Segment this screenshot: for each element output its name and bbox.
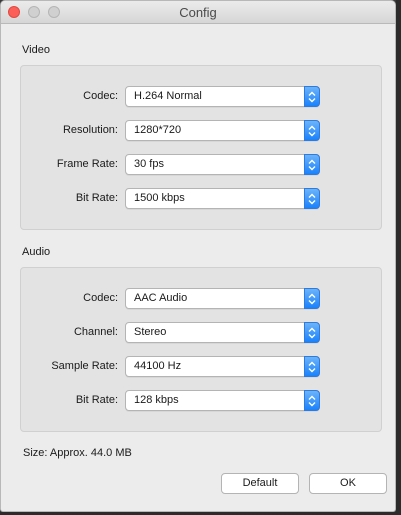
title-bar[interactable]: Config bbox=[1, 1, 395, 24]
audio-codec-label: Codec: bbox=[83, 292, 118, 304]
video-frame-rate-value: 30 fps bbox=[134, 158, 164, 170]
audio-channel-select[interactable]: Stereo bbox=[125, 322, 320, 343]
up-down-chevron-icon[interactable] bbox=[304, 120, 320, 141]
video-resolution-select[interactable]: 1280*720 bbox=[125, 120, 320, 141]
desktop-edge-right bbox=[396, 0, 401, 515]
audio-sample-rate-select[interactable]: 44100 Hz bbox=[125, 356, 320, 377]
up-down-chevron-icon[interactable] bbox=[304, 390, 320, 411]
video-section-label: Video bbox=[22, 44, 50, 56]
audio-bit-rate-select[interactable]: 128 kbps bbox=[125, 390, 320, 411]
audio-codec-value: AAC Audio bbox=[134, 292, 188, 304]
video-frame-rate-select[interactable]: 30 fps bbox=[125, 154, 320, 175]
audio-sample-rate-row: Sample Rate: 44100 Hz bbox=[21, 356, 381, 378]
video-bit-rate-label: Bit Rate: bbox=[75, 192, 118, 204]
video-codec-row: Codec: H.264 Normal bbox=[21, 86, 381, 108]
video-codec-label: Codec: bbox=[83, 90, 118, 102]
video-frame-rate-label: Frame Rate: bbox=[56, 158, 118, 170]
video-settings-group: Codec: H.264 Normal Resolution: 1280*720… bbox=[20, 65, 382, 230]
window-title: Config bbox=[179, 5, 217, 20]
video-resolution-label: Resolution: bbox=[62, 124, 118, 136]
video-codec-select[interactable]: H.264 Normal bbox=[125, 86, 320, 107]
video-codec-value: H.264 Normal bbox=[134, 90, 202, 102]
up-down-chevron-icon[interactable] bbox=[304, 86, 320, 107]
up-down-chevron-icon[interactable] bbox=[304, 154, 320, 175]
video-bit-rate-select[interactable]: 1500 kbps bbox=[125, 188, 320, 209]
config-window: Config Video Codec: H.264 Normal Resolut… bbox=[0, 0, 396, 512]
up-down-chevron-icon[interactable] bbox=[304, 322, 320, 343]
audio-settings-group: Codec: AAC Audio Channel: Stereo Sample … bbox=[20, 267, 382, 432]
audio-channel-row: Channel: Stereo bbox=[21, 322, 381, 344]
video-bit-rate-value: 1500 kbps bbox=[134, 192, 185, 204]
video-resolution-value: 1280*720 bbox=[134, 124, 182, 136]
audio-channel-label: Channel: bbox=[73, 326, 118, 338]
up-down-chevron-icon[interactable] bbox=[304, 188, 320, 209]
ok-button[interactable]: OK bbox=[309, 473, 387, 494]
audio-channel-value: Stereo bbox=[134, 326, 167, 338]
audio-sample-rate-label: Sample Rate: bbox=[51, 360, 118, 372]
audio-codec-select[interactable]: AAC Audio bbox=[125, 288, 320, 309]
video-frame-rate-row: Frame Rate: 30 fps bbox=[21, 154, 381, 176]
audio-bit-rate-value: 128 kbps bbox=[134, 394, 179, 406]
audio-bit-rate-row: Bit Rate: 128 kbps bbox=[21, 390, 381, 412]
video-resolution-row: Resolution: 1280*720 bbox=[21, 120, 381, 142]
up-down-chevron-icon[interactable] bbox=[304, 356, 320, 377]
audio-sample-rate-value: 44100 Hz bbox=[134, 360, 182, 372]
up-down-chevron-icon[interactable] bbox=[304, 288, 320, 309]
audio-codec-row: Codec: AAC Audio bbox=[21, 288, 381, 310]
default-button[interactable]: Default bbox=[221, 473, 299, 494]
audio-section-label: Audio bbox=[22, 246, 51, 258]
audio-bit-rate-label: Bit Rate: bbox=[75, 394, 118, 406]
estimated-size-text: Size: Approx. 44.0 MB bbox=[23, 447, 132, 459]
video-bit-rate-row: Bit Rate: 1500 kbps bbox=[21, 188, 381, 210]
